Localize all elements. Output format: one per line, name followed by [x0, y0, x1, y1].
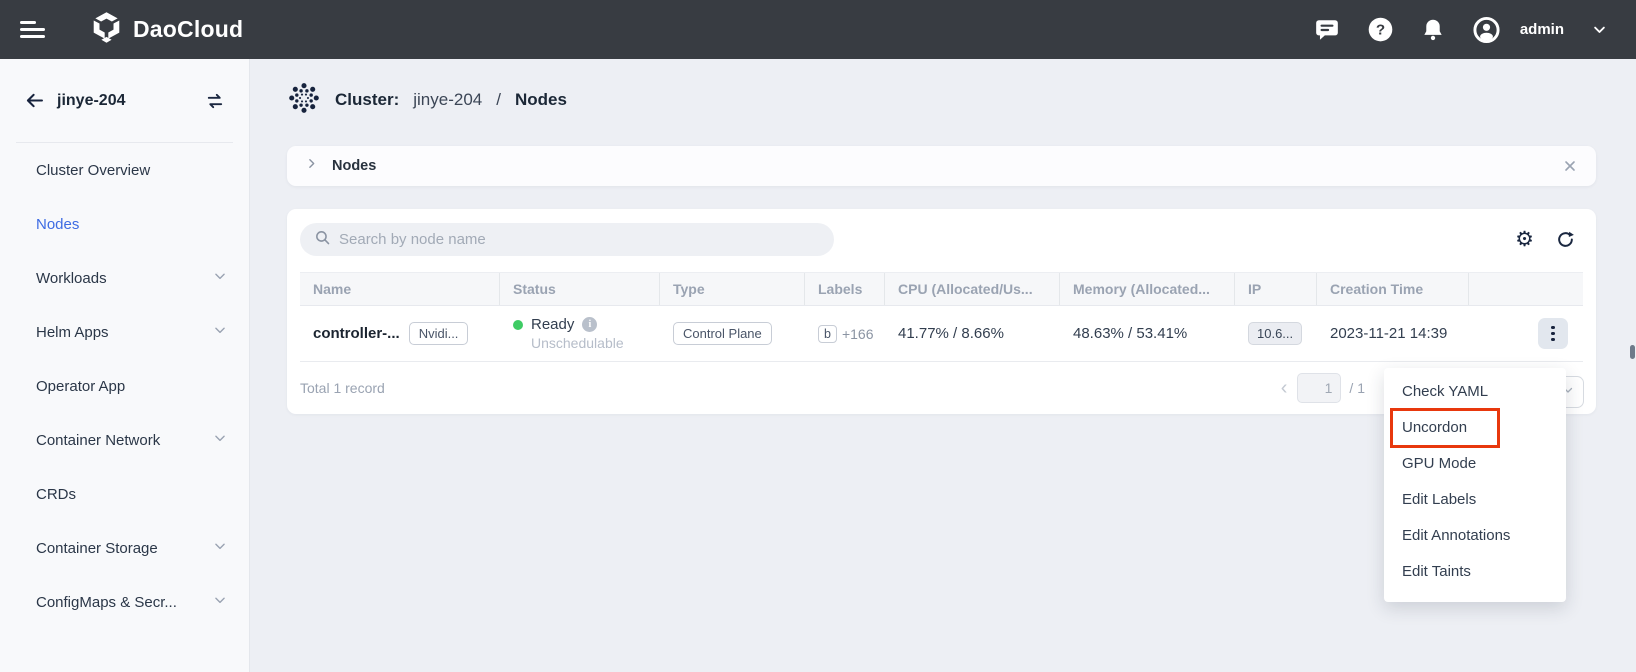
breadcrumb-separator: / — [496, 90, 501, 110]
switch-cluster-icon[interactable] — [205, 91, 225, 111]
nodes-banner: Nodes — [287, 146, 1596, 186]
chevron-down-icon — [213, 593, 227, 611]
row-actions-menu: Check YAML Uncordon GPU Mode Edit Labels… — [1384, 368, 1566, 602]
cell-memory: 48.63% / 53.41% — [1060, 306, 1235, 361]
user-name: admin — [1520, 21, 1564, 38]
brand-logo: DaoCloud — [90, 11, 243, 49]
cell-creation-time: 2023-11-21 14:39 — [1317, 306, 1469, 361]
chevron-down-icon — [213, 269, 227, 287]
menu-item-edit-annotations[interactable]: Edit Annotations — [1384, 518, 1566, 554]
status-text: Ready — [531, 316, 574, 333]
cell-type: Control Plane — [660, 306, 805, 361]
cell-actions — [1469, 306, 1583, 361]
sidebar-item-nodes[interactable]: Nodes — [0, 197, 249, 251]
brand-name: DaoCloud — [133, 16, 243, 43]
node-name[interactable]: controller-... — [313, 325, 400, 342]
page-count-text: / 1 — [1349, 380, 1365, 396]
column-header-actions — [1469, 273, 1583, 305]
label-key-badge: b — [818, 325, 837, 343]
sidebar-item-helm-apps[interactable]: Helm Apps — [0, 305, 249, 359]
total-records-text: Total 1 record — [300, 380, 385, 396]
column-header-status: Status — [500, 273, 660, 305]
node-name-badge: Nvidi... — [409, 322, 469, 345]
cell-labels: b +166 — [805, 306, 885, 361]
page-title-label: Cluster: — [335, 90, 399, 110]
menu-item-edit-taints[interactable]: Edit Taints — [1384, 554, 1566, 590]
column-header-cpu: CPU (Allocated/Us... — [885, 273, 1060, 305]
status-green-dot — [513, 320, 523, 330]
cell-cpu: 41.77% / 8.66% — [885, 306, 1060, 361]
column-settings-gear-icon[interactable]: ⚙ — [1515, 229, 1534, 250]
column-header-memory: Memory (Allocated... — [1060, 273, 1235, 305]
breadcrumb-section: Nodes — [515, 90, 567, 110]
table-header-row: Name Status Type Labels CPU (Allocated/U… — [300, 272, 1583, 306]
banner-chevron-right-icon[interactable] — [305, 157, 318, 175]
row-actions-kebab-button[interactable] — [1538, 318, 1568, 349]
breadcrumb-cluster[interactable]: jinye-204 — [413, 90, 482, 110]
sidebar-item-container-storage[interactable]: Container Storage — [0, 521, 249, 575]
messages-icon[interactable] — [1314, 16, 1341, 43]
page-header: Cluster: jinye-204 / Nodes — [287, 81, 1636, 119]
daocloud-cube-icon — [90, 11, 123, 49]
menu-item-uncordon[interactable]: Uncordon — [1384, 410, 1566, 446]
refresh-icon[interactable] — [1556, 230, 1575, 249]
cell-ip: 10.6... — [1235, 306, 1317, 361]
ip-badge[interactable]: 10.6... — [1248, 322, 1302, 345]
main-area: Cluster: jinye-204 / Nodes Nodes — [250, 59, 1636, 672]
menu-item-edit-labels[interactable]: Edit Labels — [1384, 482, 1566, 518]
scrollbar-thumb[interactable] — [1630, 345, 1635, 359]
node-type-badge: Control Plane — [673, 322, 772, 345]
pagination: ‹ / 1 — [1279, 362, 1365, 414]
search-box — [300, 223, 834, 256]
search-icon — [314, 229, 331, 251]
cell-status: Ready i Unschedulable — [500, 306, 660, 361]
banner-close-icon[interactable] — [1562, 158, 1578, 174]
banner-title: Nodes — [332, 158, 376, 174]
cell-node-name: controller-... Nvidi... — [300, 306, 500, 361]
column-header-labels: Labels — [805, 273, 885, 305]
menu-item-gpu-mode[interactable]: GPU Mode — [1384, 446, 1566, 482]
chevron-down-icon — [213, 431, 227, 449]
help-icon[interactable]: ? — [1367, 16, 1394, 43]
chevron-down-icon — [213, 539, 227, 557]
column-header-ip: IP — [1235, 273, 1317, 305]
sidebar-item-workloads[interactable]: Workloads — [0, 251, 249, 305]
search-input[interactable] — [339, 231, 820, 248]
table-row: controller-... Nvidi... Ready i Unschedu… — [300, 306, 1583, 362]
menu-toggle-icon[interactable] — [20, 19, 48, 41]
chevron-down-icon — [213, 323, 227, 341]
sidebar-item-crds[interactable]: CRDs — [0, 467, 249, 521]
svg-text:?: ? — [1376, 22, 1385, 39]
column-header-name: Name — [300, 273, 500, 305]
page-number-input[interactable] — [1297, 373, 1341, 403]
column-header-creation-time: Creation Time — [1317, 273, 1469, 305]
nodes-table: Name Status Type Labels CPU (Allocated/U… — [300, 272, 1583, 362]
column-header-type: Type — [660, 273, 805, 305]
substatus-text: Unschedulable — [513, 335, 624, 351]
previous-page-chevron-icon[interactable]: ‹ — [1279, 378, 1290, 398]
sidebar-item-operator-app[interactable]: Operator App — [0, 359, 249, 413]
notifications-bell-icon[interactable] — [1420, 16, 1447, 43]
sidebar: jinye-204 Cluster Overview Nodes Workloa… — [0, 59, 250, 672]
back-arrow-icon[interactable] — [24, 90, 45, 111]
sidebar-cluster-name: jinye-204 — [57, 92, 125, 110]
menu-item-check-yaml[interactable]: Check YAML — [1384, 374, 1566, 410]
topbar: DaoCloud ? admin — [0, 0, 1636, 59]
user-avatar[interactable] — [1473, 16, 1500, 43]
cluster-dots-icon — [287, 81, 321, 120]
user-menu-chevron-down-icon[interactable] — [1590, 16, 1608, 43]
labels-more-count[interactable]: +166 — [842, 326, 874, 342]
sidebar-item-container-network[interactable]: Container Network — [0, 413, 249, 467]
sidebar-item-cluster-overview[interactable]: Cluster Overview — [0, 143, 249, 197]
status-info-icon[interactable]: i — [582, 317, 597, 332]
sidebar-item-configmaps-secrets[interactable]: ConfigMaps & Secr... — [0, 575, 249, 629]
